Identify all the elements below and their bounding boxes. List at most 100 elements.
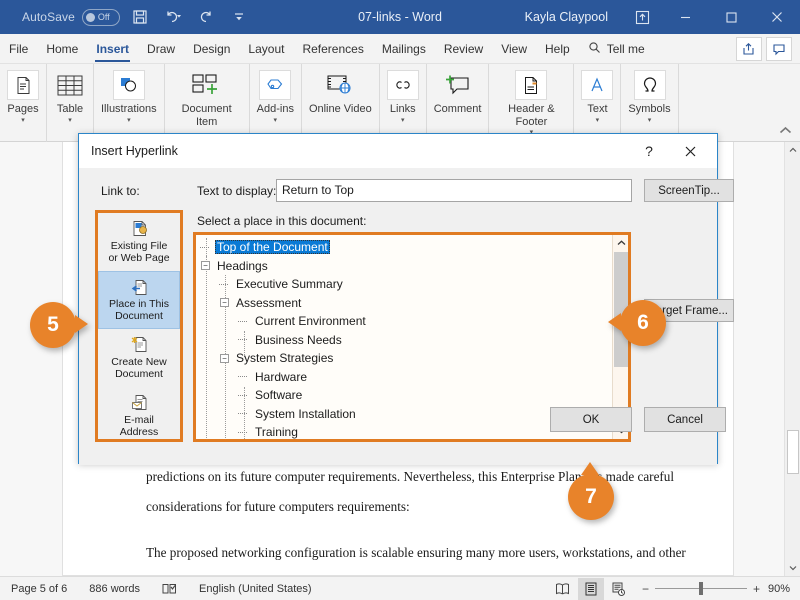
link-to-email-address[interactable]: E-mail Address (98, 387, 180, 445)
scroll-up-icon[interactable] (785, 142, 800, 158)
ribbon: Pages ▾ Table ▾ Illustrations ▾ Document… (0, 64, 800, 142)
web-layout-icon[interactable] (606, 578, 632, 600)
scroll-down-icon[interactable] (785, 560, 800, 576)
chevron-down-icon[interactable]: ▾ (596, 117, 600, 125)
tab-home[interactable]: Home (37, 34, 87, 64)
screentip-button[interactable]: ScreenTip... (644, 179, 734, 202)
ribbon-display-options-icon[interactable] (622, 0, 662, 34)
cancel-button[interactable]: Cancel (644, 407, 726, 432)
tree-expander-icon[interactable]: − (200, 260, 211, 271)
scrollbar-thumb[interactable] (787, 430, 799, 474)
tab-review[interactable]: Review (435, 34, 492, 64)
tab-references[interactable]: References (293, 34, 372, 64)
tree-item-business-needs[interactable]: Business Needs (196, 331, 612, 350)
tree-item-executive-summary[interactable]: Executive Summary (196, 275, 612, 294)
read-mode-icon[interactable] (550, 578, 576, 600)
zoom-out-button[interactable]: − (642, 582, 649, 596)
share-icon[interactable] (736, 36, 762, 61)
label-line-1: E-mail (124, 413, 154, 426)
zoom-slider[interactable]: − + (642, 582, 760, 596)
minimize-icon[interactable] (662, 0, 708, 34)
zoom-track[interactable] (654, 582, 747, 595)
link-to-existing-file-or-web-page[interactable]: Existing File or Web Page (98, 213, 180, 271)
ribbon-group-label: Illustrations (101, 103, 157, 115)
tree-item-label: Top of the Document (215, 240, 330, 255)
tree-item-top-of-document[interactable]: Top of the Document (196, 238, 612, 257)
tell-me-search[interactable]: Tell me (579, 41, 654, 57)
tab-view[interactable]: View (492, 34, 536, 64)
tree-item-label: Assessment (236, 295, 302, 310)
redo-icon[interactable] (193, 4, 219, 30)
chevron-down-icon[interactable]: ▾ (648, 117, 652, 125)
tab-help[interactable]: Help (536, 34, 579, 64)
chevron-down-icon[interactable]: ▾ (21, 117, 25, 125)
ribbon-group-illustrations[interactable]: Illustrations ▾ (94, 64, 165, 142)
online-video-icon (324, 70, 356, 100)
customize-quick-access-icon[interactable] (226, 4, 252, 30)
help-question-icon[interactable]: ? (635, 134, 663, 168)
link-to-panel: Existing File or Web Page Place in This … (95, 210, 183, 445)
ribbon-group-add-ins[interactable]: Add-ins ▾ (250, 64, 302, 142)
ok-button[interactable]: OK (550, 407, 632, 432)
ribbon-group-symbols[interactable]: Symbols ▾ (621, 64, 679, 142)
tree-item-system-strategies[interactable]: − System Strategies (196, 349, 612, 368)
chevron-down-icon[interactable]: ▾ (127, 117, 131, 125)
tab-insert[interactable]: Insert (87, 34, 138, 64)
label-line-2: or Web Page (108, 251, 170, 264)
user-account-name[interactable]: Kayla Claypool (525, 10, 608, 24)
tab-design[interactable]: Design (184, 34, 239, 64)
quick-access-toolbar: AutoSave Off (22, 0, 252, 34)
ribbon-group-text[interactable]: Text ▾ (574, 64, 622, 142)
zoom-level[interactable]: 90% (768, 583, 790, 595)
tree-item-label: Headings (217, 258, 268, 273)
close-icon[interactable] (754, 0, 800, 34)
document-vertical-scrollbar[interactable] (784, 142, 800, 576)
chevron-down-icon[interactable]: ▾ (68, 117, 72, 125)
word-count[interactable]: 886 words (78, 583, 151, 595)
language-status[interactable]: English (United States) (188, 583, 323, 595)
tree-item-hardware[interactable]: Hardware (196, 368, 612, 387)
page-info[interactable]: Page 5 of 6 (0, 583, 78, 595)
tab-layout[interactable]: Layout (239, 34, 293, 64)
ribbon-group-table[interactable]: Table ▾ (47, 64, 94, 142)
tree-item-headings[interactable]: − Headings (196, 257, 612, 276)
print-layout-icon[interactable] (577, 577, 604, 600)
collapse-ribbon-icon[interactable] (779, 126, 792, 138)
chevron-down-icon[interactable]: ▾ (274, 117, 278, 125)
zoom-thumb[interactable] (698, 582, 703, 595)
autosave-toggle[interactable]: Off (81, 8, 120, 26)
tree-item-software[interactable]: Software (196, 386, 612, 405)
tab-mailings[interactable]: Mailings (373, 34, 435, 64)
toggle-knob (85, 12, 95, 22)
dialog-close-icon[interactable] (673, 134, 707, 168)
ribbon-group-label: Links (389, 103, 416, 115)
text-to-display-input[interactable]: Return to Top (276, 179, 632, 202)
ribbon-group-links[interactable]: Links ▾ (380, 64, 427, 142)
maximize-icon[interactable] (708, 0, 754, 34)
proofing-errors-icon[interactable] (151, 582, 188, 596)
chevron-down-icon[interactable]: ▾ (401, 117, 405, 125)
save-icon[interactable] (127, 4, 153, 30)
tab-file[interactable]: File (0, 34, 37, 64)
ribbon-group-label: Comment (433, 103, 482, 115)
link-to-place-in-this-document[interactable]: Place in This Document (98, 271, 180, 329)
ribbon-group-online-video[interactable]: Online Video (302, 64, 380, 142)
ribbon-group-comment[interactable]: Comment (427, 64, 490, 142)
comment-icon[interactable] (766, 36, 792, 61)
comment-add-icon (442, 70, 474, 100)
tree-item-assessment[interactable]: − Assessment (196, 294, 612, 313)
ribbon-group-pages[interactable]: Pages ▾ (0, 64, 47, 142)
tree-item-current-environment[interactable]: Current Environment (196, 312, 612, 331)
ribbon-group-document-item[interactable]: Document Item (165, 64, 250, 142)
tree-scroll-up-icon[interactable] (613, 235, 629, 251)
undo-icon[interactable] (160, 4, 186, 30)
tree-expander-icon[interactable]: − (219, 353, 230, 364)
zoom-in-button[interactable]: + (753, 582, 760, 596)
document-item-icon (191, 70, 223, 100)
ribbon-group-header-footer[interactable]: Header & Footer ▾ (489, 64, 575, 142)
tree-expander-icon[interactable]: − (219, 297, 230, 308)
link-to-create-new-document[interactable]: Create New Document (98, 329, 180, 387)
link-to-label: Link to: (101, 184, 140, 198)
tab-draw[interactable]: Draw (138, 34, 184, 64)
autosave-label: AutoSave (22, 10, 75, 24)
